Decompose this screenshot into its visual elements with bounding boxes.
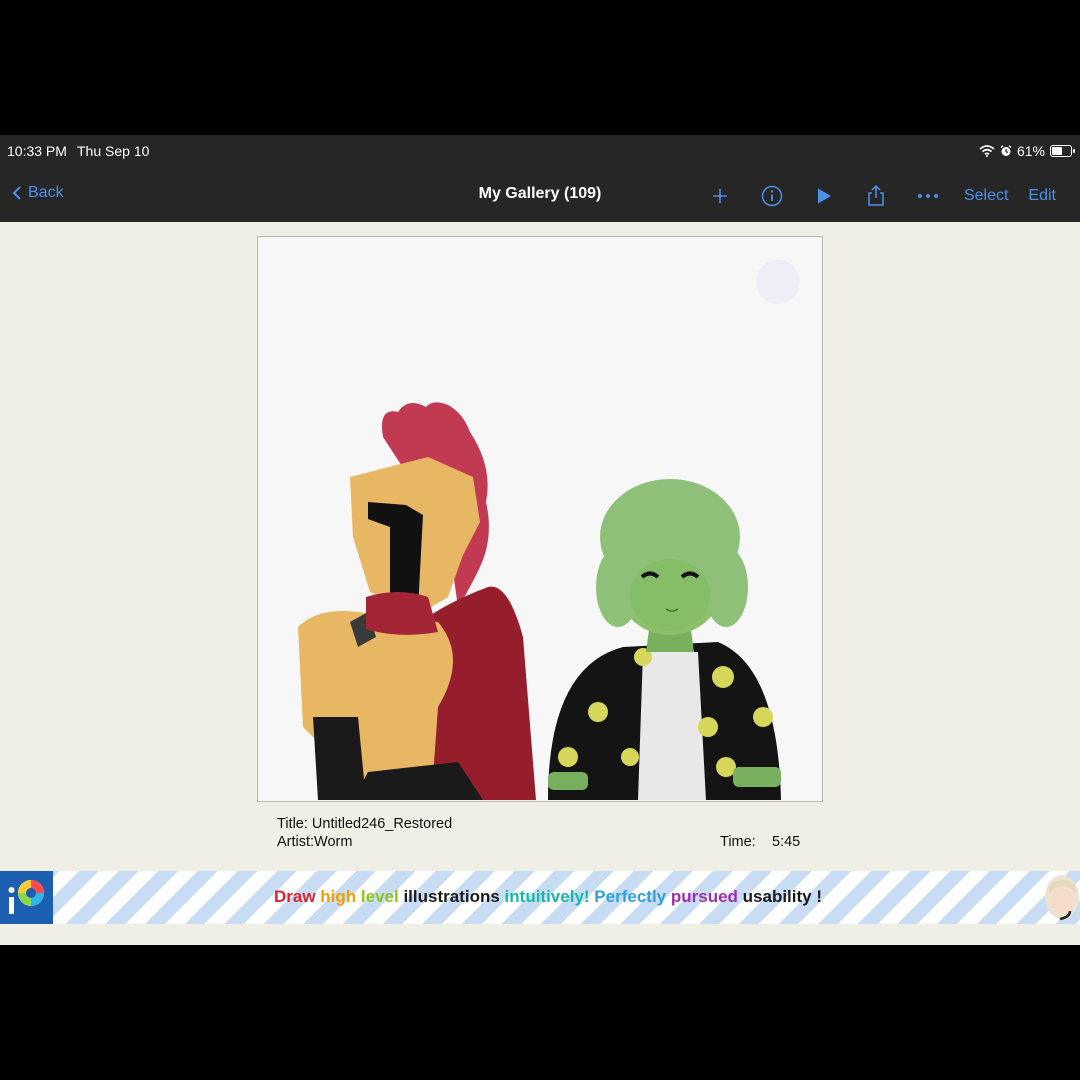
share-button[interactable] — [850, 181, 902, 211]
wifi-icon — [979, 145, 995, 157]
battery-percent: 61% — [1016, 143, 1045, 159]
artwork-illustration — [298, 260, 800, 800]
banner-word: intuitively! — [504, 887, 590, 906]
share-icon — [868, 185, 884, 206]
battery-icon — [1050, 145, 1075, 157]
artwork-artist: Artist:Worm — [277, 834, 353, 850]
select-button[interactable]: Select — [954, 181, 1018, 211]
status-time: 10:33 PM — [7, 143, 67, 159]
banner-word: level — [360, 887, 399, 906]
plus-icon — [712, 189, 727, 203]
banner-word: illustrations — [403, 887, 500, 906]
artwork-title: Title: Untitled246_Restored — [277, 816, 453, 832]
nav-bar: Back My Gallery (109) Select Edit — [0, 171, 1080, 222]
status-right: 61% — [979, 143, 1075, 159]
ad-banner[interactable]: Draw high level illustrations intuitivel… — [0, 871, 1080, 924]
time-value: 5:45 — [772, 834, 801, 850]
status-bar: 10:33 PM Thu Sep 10 61% — [0, 135, 1080, 171]
edit-button[interactable]: Edit — [1018, 181, 1066, 211]
back-button[interactable]: Back — [12, 184, 64, 202]
banner-word: usability — [742, 887, 812, 906]
add-button[interactable] — [694, 181, 746, 211]
time-label: Time: — [720, 834, 756, 850]
more-icon — [917, 194, 938, 198]
ad-character-avatar — [1040, 871, 1080, 924]
artwork-preview[interactable] — [257, 236, 823, 802]
banner-word: pursued — [670, 887, 738, 906]
info-button[interactable] — [746, 181, 798, 211]
banner-word: ! — [816, 887, 823, 906]
ad-banner-text: Draw high level illustrations intuitivel… — [0, 887, 1080, 907]
play-button[interactable] — [798, 181, 850, 211]
info-icon — [761, 185, 783, 207]
more-button[interactable] — [902, 181, 954, 211]
banner-word: high — [320, 887, 357, 906]
play-icon — [817, 188, 831, 204]
status-date: Thu Sep 10 — [77, 143, 150, 159]
back-label: Back — [28, 184, 64, 201]
character-icon — [1045, 875, 1079, 921]
alarm-icon — [1000, 145, 1012, 156]
banner-word: Draw — [273, 887, 316, 906]
chevron-left-icon — [12, 186, 21, 200]
banner-word: Perfectly — [594, 887, 667, 906]
app-screen: 10:33 PM Thu Sep 10 61% Back My Gallery … — [0, 135, 1080, 945]
nav-actions: Select Edit — [694, 181, 1066, 211]
